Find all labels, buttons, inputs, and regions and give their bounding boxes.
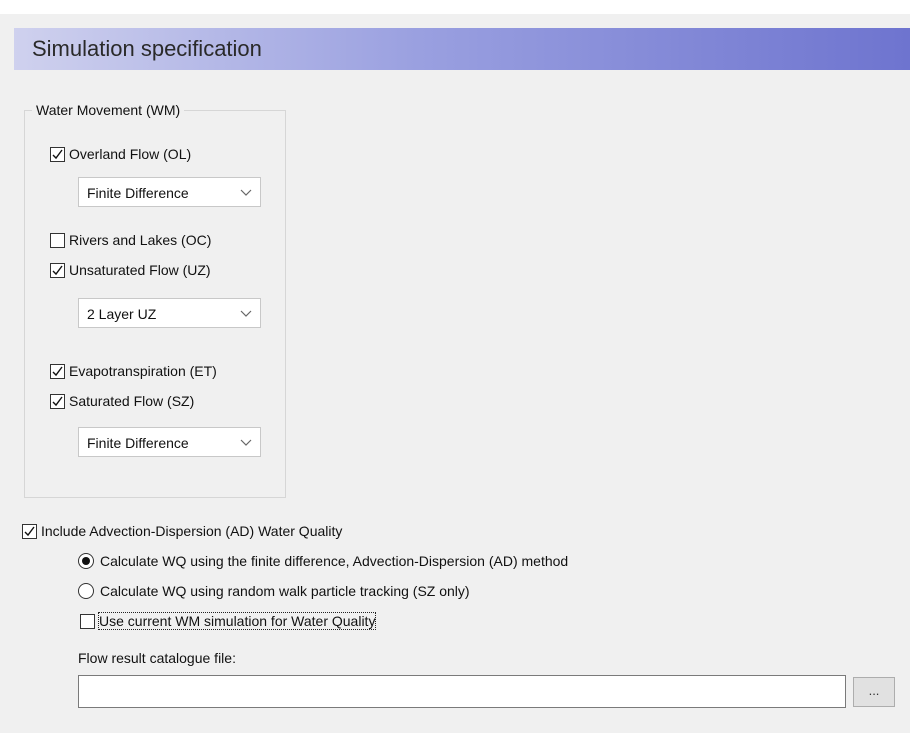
top-strip <box>0 0 910 14</box>
check-icon <box>24 526 35 536</box>
rivers-lakes-checkbox[interactable]: Rivers and Lakes (OC) <box>50 232 211 248</box>
saturated-flow-method-value: Finite Difference <box>87 435 189 451</box>
evapotranspiration-checkbox[interactable]: Evapotranspiration (ET) <box>50 363 217 379</box>
checkbox-box[interactable] <box>50 146 65 162</box>
unsaturated-flow-method-value: 2 Layer UZ <box>87 306 157 322</box>
checkbox-box[interactable] <box>80 613 95 629</box>
browse-button[interactable]: ... <box>853 677 895 707</box>
overland-flow-method-value: Finite Difference <box>87 185 189 201</box>
flow-file-label: Flow result catalogue file: <box>78 650 236 666</box>
wq-ad-method-label: Calculate WQ using the finite difference… <box>100 553 569 569</box>
use-current-wm-checkbox[interactable]: Use current WM simulation for Water Qual… <box>80 612 377 630</box>
unsaturated-flow-method-select[interactable]: 2 Layer UZ <box>78 298 261 328</box>
wq-random-walk-radio[interactable]: Calculate WQ using random walk particle … <box>78 583 470 599</box>
check-icon <box>52 265 63 275</box>
wq-ad-method-radio[interactable]: Calculate WQ using the finite difference… <box>78 553 568 569</box>
rivers-lakes-label: Rivers and Lakes (OC) <box>69 232 212 248</box>
overland-flow-checkbox[interactable]: Overland Flow (OL) <box>50 146 191 162</box>
check-icon <box>52 396 63 406</box>
unsaturated-flow-label: Unsaturated Flow (UZ) <box>69 262 211 278</box>
saturated-flow-checkbox[interactable]: Saturated Flow (SZ) <box>50 393 194 409</box>
include-ad-wq-label: Include Advection-Dispersion (AD) Water … <box>41 523 343 539</box>
checkbox-box[interactable] <box>50 363 65 379</box>
flow-file-input[interactable] <box>78 675 846 708</box>
radio-button[interactable] <box>78 583 94 599</box>
saturated-flow-label: Saturated Flow (SZ) <box>69 393 195 409</box>
radio-selected-dot <box>82 557 90 565</box>
radio-button[interactable] <box>78 553 94 569</box>
overland-flow-method-select[interactable]: Finite Difference <box>78 177 261 207</box>
checkbox-box[interactable] <box>50 262 65 278</box>
checkbox-box[interactable] <box>22 523 37 539</box>
water-movement-legend: Water Movement (WM) <box>32 102 185 118</box>
evapotranspiration-label: Evapotranspiration (ET) <box>69 363 217 379</box>
check-icon <box>52 366 63 376</box>
chevron-down-icon <box>240 189 252 196</box>
section-title: Simulation specification <box>32 36 262 61</box>
checkbox-box[interactable] <box>50 393 65 409</box>
chevron-down-icon <box>240 310 252 317</box>
use-current-wm-label: Use current WM simulation for Water Qual… <box>97 612 377 630</box>
saturated-flow-method-select[interactable]: Finite Difference <box>78 427 261 457</box>
chevron-down-icon <box>240 439 252 446</box>
section-header: Simulation specification <box>14 28 910 70</box>
include-ad-wq-checkbox[interactable]: Include Advection-Dispersion (AD) Water … <box>22 523 342 539</box>
checkbox-box[interactable] <box>50 232 65 248</box>
unsaturated-flow-checkbox[interactable]: Unsaturated Flow (UZ) <box>50 262 211 278</box>
overland-flow-label: Overland Flow (OL) <box>69 146 192 162</box>
wq-random-walk-label: Calculate WQ using random walk particle … <box>100 583 470 599</box>
check-icon <box>52 149 63 159</box>
